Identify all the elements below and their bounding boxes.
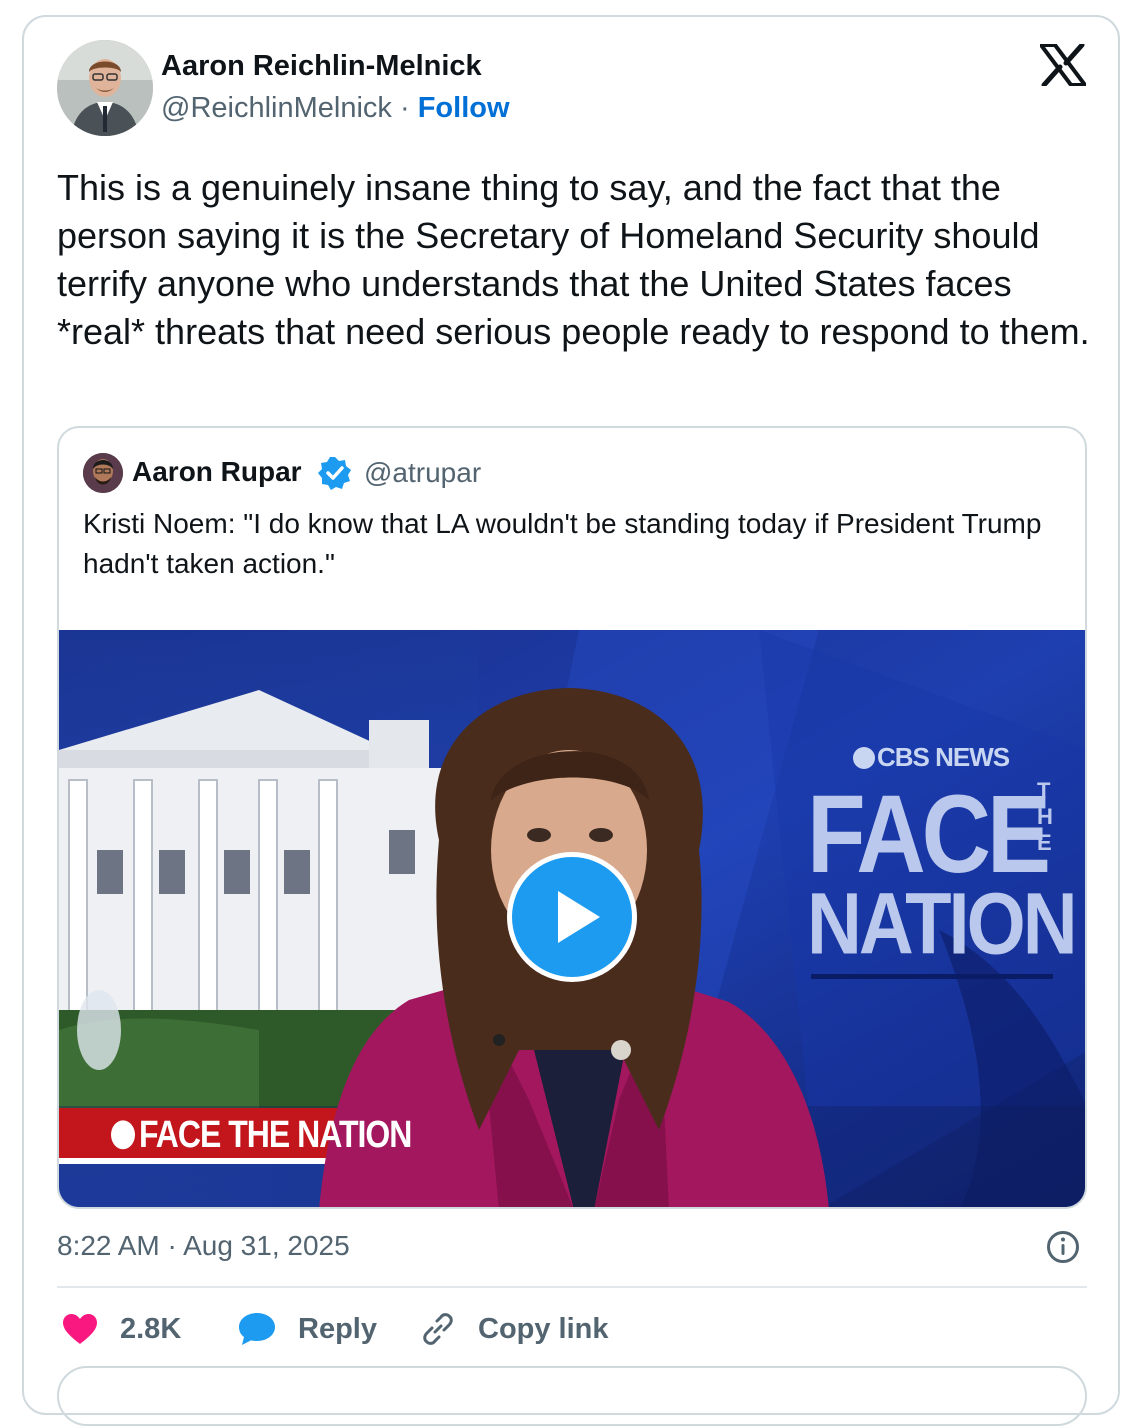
- follow-button[interactable]: Follow: [418, 92, 510, 124]
- info-icon[interactable]: [1046, 1230, 1080, 1264]
- reply-bubble-icon: [239, 1313, 275, 1345]
- cbs-news-label: CBS NEWS: [853, 742, 1010, 773]
- video-thumbnail[interactable]: CBS NEWS FACE THE NATION FACE THE NATION: [59, 630, 1085, 1207]
- quote-text: Kristi Noem: "I do know that LA wouldn't…: [83, 508, 1042, 579]
- play-icon: [558, 891, 600, 943]
- tweet-text: This is a genuinely insane thing to say,…: [57, 167, 1090, 352]
- author-handle[interactable]: @ReichlinMelnick: [161, 92, 392, 124]
- like-count: 2.8K: [120, 1312, 182, 1345]
- lower-third-label: FACE THE NATION: [111, 1112, 412, 1156]
- verified-badge-icon: [318, 457, 351, 490]
- author-avatar[interactable]: [57, 40, 153, 136]
- lower-third-eye-icon: [111, 1120, 135, 1150]
- tweet-timestamp[interactable]: 8:22 AM · Aug 31, 2025: [57, 1230, 350, 1262]
- show-title-underline: [811, 974, 1053, 979]
- quote-author-avatar[interactable]: [83, 453, 123, 493]
- meta-separator: ·: [399, 92, 410, 124]
- like-button[interactable]: 2.8K: [62, 1308, 181, 1350]
- x-logo-icon[interactable]: [1040, 44, 1086, 86]
- author-meta: @ReichlinMelnick · Follow: [161, 92, 510, 125]
- read-replies-button[interactable]: [57, 1366, 1087, 1426]
- link-icon: [423, 1313, 453, 1345]
- copy-link-button[interactable]: Copy link: [420, 1308, 609, 1350]
- show-title-nation: NATION: [807, 875, 1078, 973]
- quote-author-handle[interactable]: @atrupar: [364, 457, 481, 489]
- quoted-tweet[interactable]: Aaron Rupar @atrupar Kristi Noem: "I do …: [57, 426, 1087, 1209]
- author-name[interactable]: Aaron Reichlin-Melnick: [161, 50, 482, 83]
- play-button[interactable]: [507, 852, 637, 982]
- heart-icon: [63, 1314, 97, 1344]
- show-title-the: THE: [1037, 778, 1053, 855]
- quote-author-name[interactable]: Aaron Rupar: [132, 456, 302, 488]
- divider: [57, 1286, 1087, 1288]
- copy-link-label: Copy link: [478, 1312, 609, 1345]
- reply-button[interactable]: Reply: [238, 1308, 377, 1350]
- cbs-eye-icon: [853, 747, 875, 769]
- reply-label: Reply: [298, 1312, 377, 1345]
